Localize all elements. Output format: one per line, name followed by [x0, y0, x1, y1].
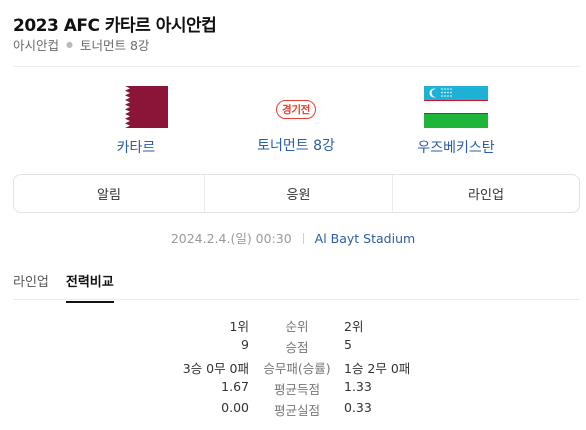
away-team[interactable]: 우즈베키스탄: [371, 86, 541, 157]
breadcrumb-league[interactable]: 아시안컵: [13, 35, 59, 54]
stat-label: 순위: [285, 319, 309, 334]
tab-alert[interactable]: 알림: [14, 175, 204, 212]
away-stat: 2위: [344, 319, 364, 334]
action-tabs: 알림 응원 라인업: [13, 174, 580, 213]
qatar-flag-icon: [104, 86, 168, 128]
away-stat: 5: [344, 337, 352, 352]
match-info: 2024.2.4.(일) 00:30 Al Bayt Stadium: [0, 228, 586, 247]
match-datetime: 2024.2.4.(일) 00:30: [170, 231, 292, 246]
home-stat: 1.67: [221, 379, 249, 394]
match-round[interactable]: 토너먼트 8강: [211, 135, 381, 155]
stat-row: 1.67 평균득점 1.33: [0, 379, 586, 400]
stat-label: 승무패(승률): [263, 361, 331, 376]
home-stat: 3승 0무 0패: [182, 361, 249, 376]
tab-cheer[interactable]: 응원: [204, 175, 392, 212]
page-title: 2023 AFC 카타르 아시안컵: [13, 16, 217, 36]
stat-label: 승점: [285, 340, 309, 355]
home-stat: 0.00: [221, 400, 249, 415]
home-team-name[interactable]: 카타르: [51, 137, 221, 157]
tab-lineup[interactable]: 라인업: [392, 175, 579, 212]
status-badge: 경기전: [275, 100, 317, 119]
header-divider: [13, 66, 580, 67]
match-center: 경기전 토너먼트 8강: [211, 98, 381, 155]
home-team[interactable]: 카타르: [51, 86, 221, 157]
comparison-table: 1위 순위 2위 9 승점 5 3승 0무 0패 승무패(승률) 1승 2무 0…: [0, 316, 586, 421]
away-stat: 0.33: [344, 400, 372, 415]
stat-row: 1위 순위 2위: [0, 316, 586, 337]
breadcrumb: 아시안컵 ● 토너먼트 8강: [13, 35, 149, 54]
stat-label: 평균실점: [273, 403, 320, 418]
breadcrumb-separator: ●: [66, 40, 73, 49]
uzbekistan-flag-icon: [424, 86, 488, 128]
breadcrumb-round[interactable]: 토너먼트 8강: [80, 35, 149, 54]
away-stat: 1승 2무 0패: [344, 361, 411, 376]
stat-row: 3승 0무 0패 승무패(승률) 1승 2무 0패: [0, 358, 586, 379]
away-team-name[interactable]: 우즈베키스탄: [371, 137, 541, 157]
info-separator: [302, 233, 304, 244]
match-stadium[interactable]: Al Bayt Stadium: [315, 231, 416, 246]
away-stat: 1.33: [344, 379, 372, 394]
subtab-divider: [13, 299, 580, 300]
stat-label: 평균득점: [273, 382, 320, 397]
stat-row: 0.00 평균실점 0.33: [0, 400, 586, 421]
stat-row: 9 승점 5: [0, 337, 586, 358]
